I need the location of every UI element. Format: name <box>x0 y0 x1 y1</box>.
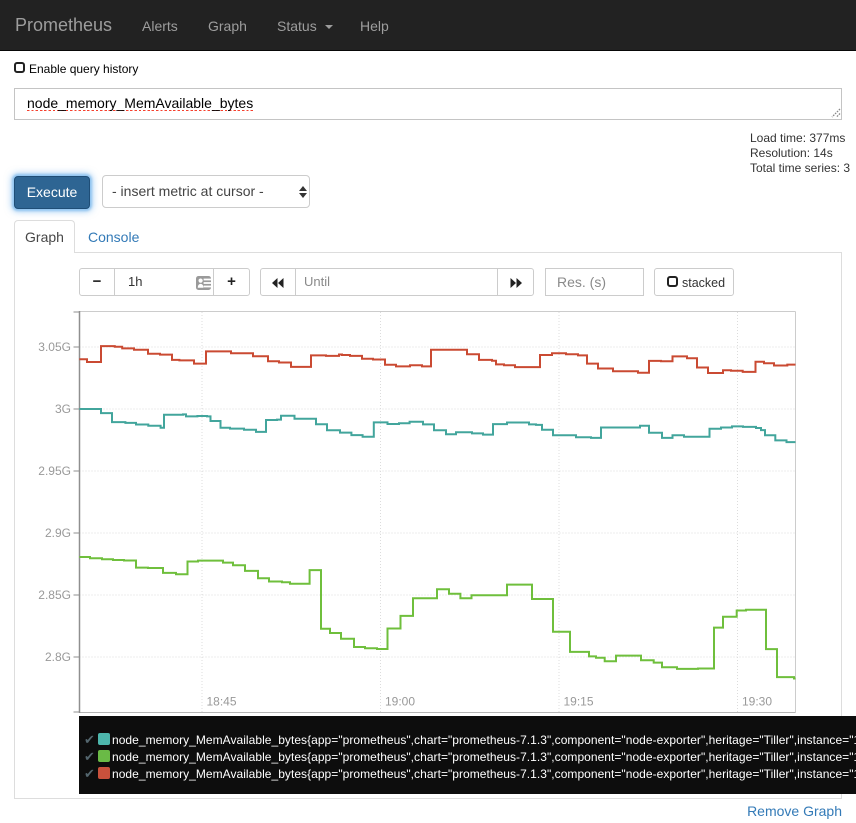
svg-text:2.8G: 2.8G <box>45 650 71 664</box>
svg-text:2.95G: 2.95G <box>38 464 71 478</box>
svg-text:18:45: 18:45 <box>207 695 237 709</box>
svg-text:2.9G: 2.9G <box>45 526 71 540</box>
svg-text:3G: 3G <box>55 402 71 416</box>
svg-text:19:15: 19:15 <box>564 695 594 709</box>
svg-text:2.85G: 2.85G <box>38 588 71 602</box>
svg-text:19:30: 19:30 <box>742 695 772 709</box>
svg-text:19:00: 19:00 <box>385 695 415 709</box>
svg-text:3.05G: 3.05G <box>38 340 71 354</box>
